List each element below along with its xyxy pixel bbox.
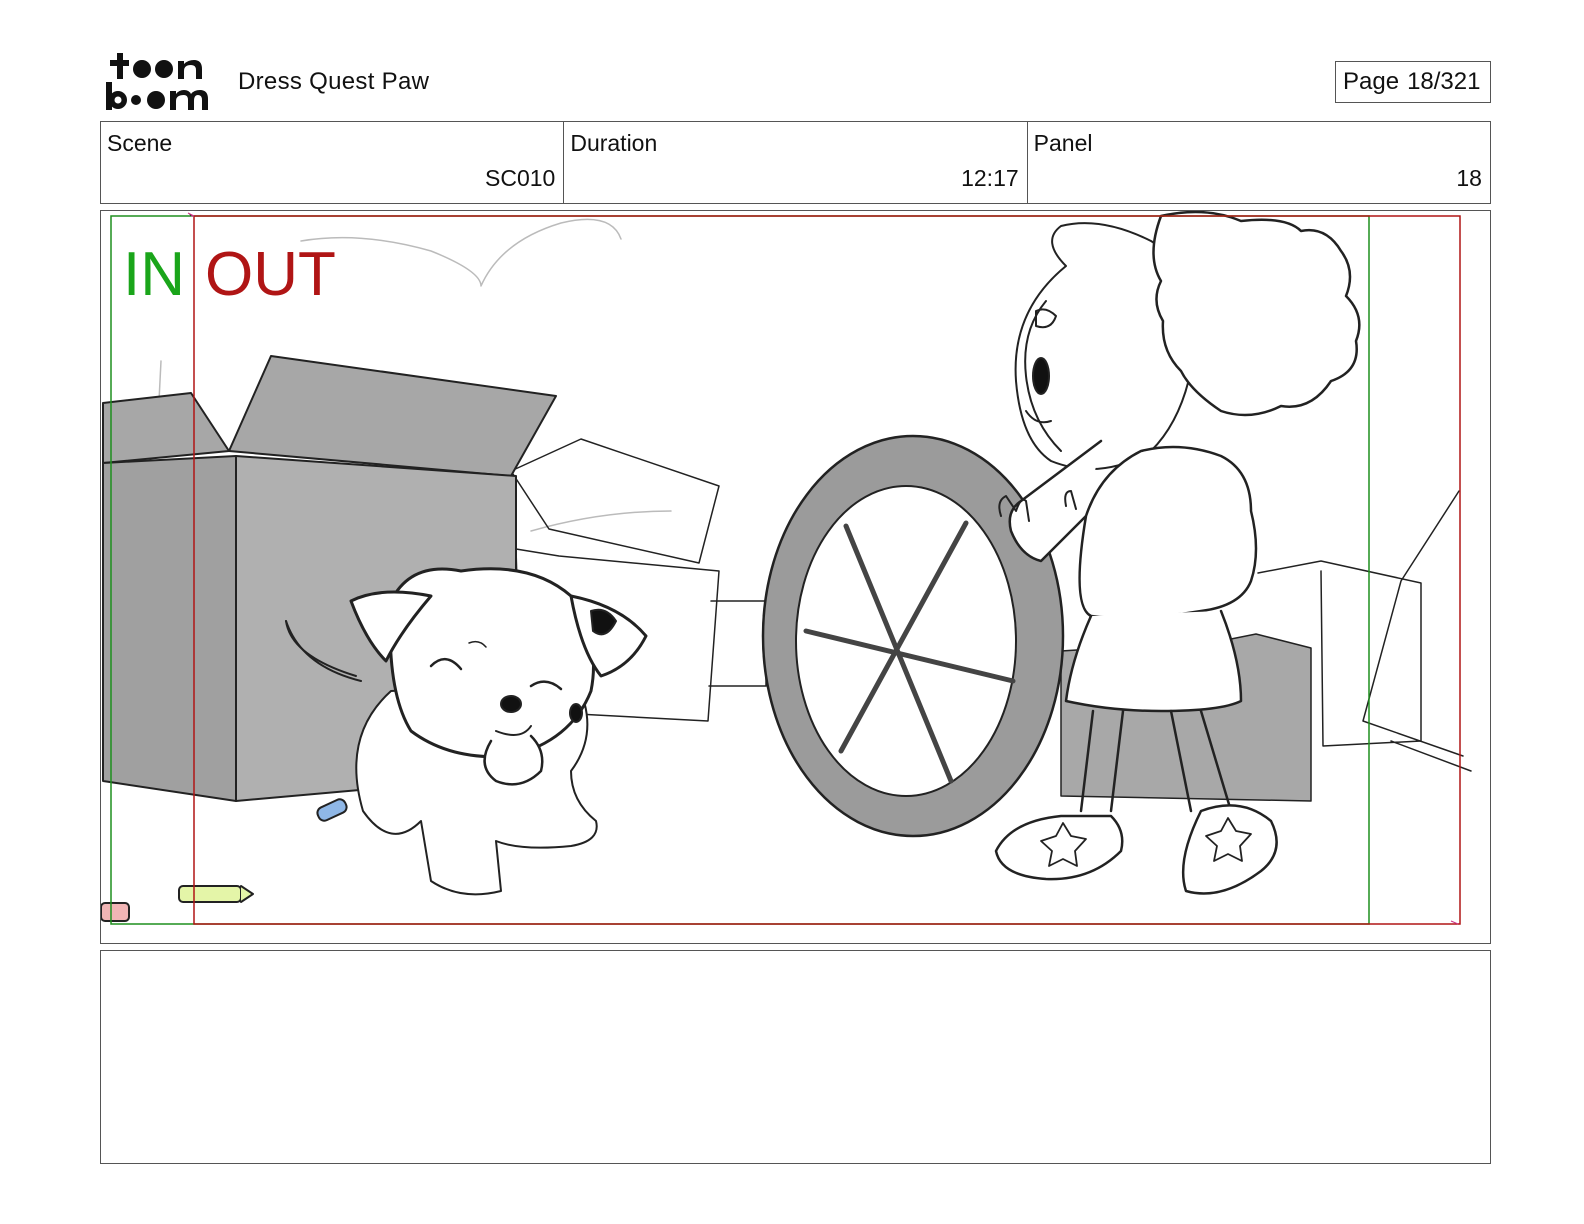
duration-label: Duration: [570, 130, 658, 156]
toonboom-logo: [106, 53, 208, 110]
in-label: IN: [123, 240, 185, 309]
scene-value: SC010: [485, 165, 556, 191]
duration-value: 12:17: [961, 165, 1019, 191]
panel-drawing: IN OUT: [101, 211, 1472, 925]
page-indicator: Page 18/321: [1335, 61, 1491, 103]
panel-label: Panel: [1033, 130, 1093, 156]
panel-cell: Panel 18: [1028, 122, 1490, 203]
panel-notes-box[interactable]: [100, 950, 1491, 1164]
storyboard-panel: IN OUT: [100, 210, 1491, 944]
scene-info-row: Scene SC010 Duration 12:17 Panel 18: [100, 121, 1491, 204]
scene-label: Scene: [107, 130, 173, 156]
project-title: Dress Quest Paw: [238, 68, 430, 95]
duration-cell: Duration 12:17: [564, 122, 1028, 203]
page-label: Page: [1343, 68, 1400, 95]
scene-cell: Scene SC010: [101, 122, 565, 203]
out-label: OUT: [205, 240, 336, 309]
page-number: 18/321: [1407, 68, 1481, 95]
panel-value: 18: [1456, 165, 1482, 191]
